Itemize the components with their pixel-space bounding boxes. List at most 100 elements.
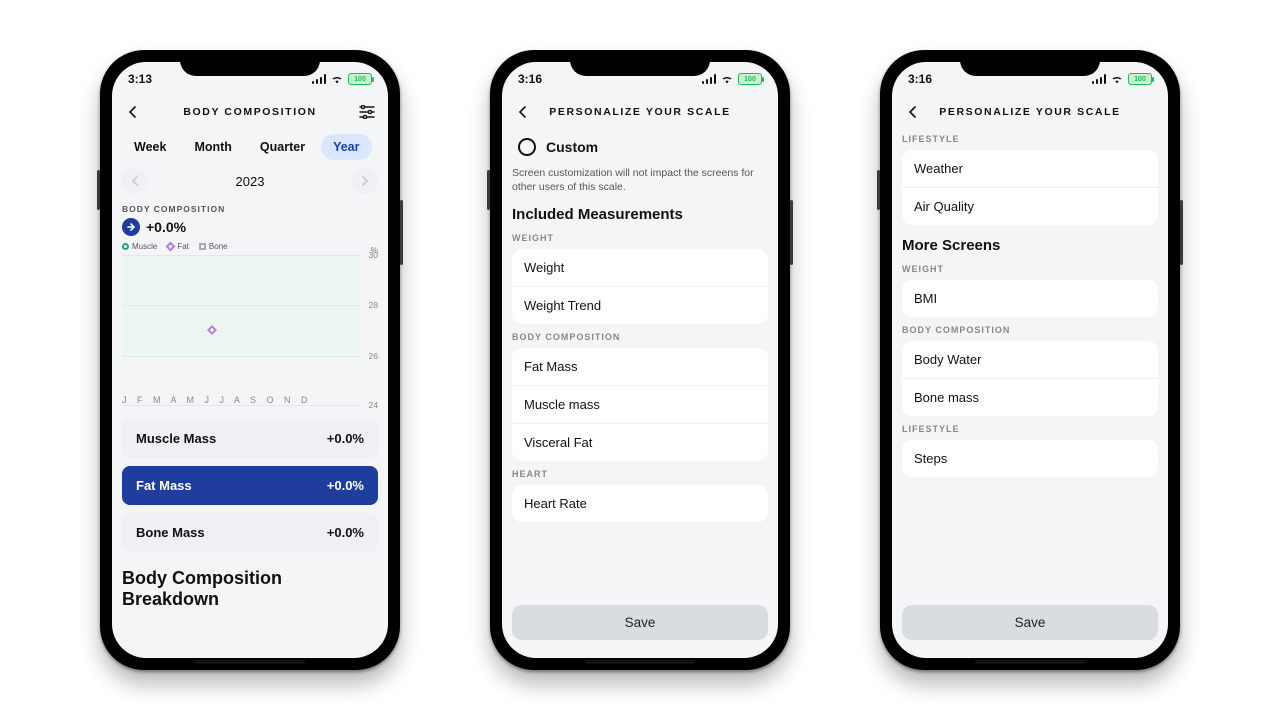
ytick: 26 xyxy=(369,351,378,361)
group-label-heart: HEART xyxy=(512,469,768,479)
chart-legend: Muscle Fat Bone xyxy=(122,242,378,251)
row-visceral-fat[interactable]: Visceral Fat xyxy=(512,423,768,461)
group-label-weight: WEIGHT xyxy=(902,264,1158,274)
kpi-section-label: BODY COMPOSITION xyxy=(122,204,378,214)
tab-month[interactable]: Month xyxy=(182,134,243,160)
row-steps[interactable]: Steps xyxy=(902,440,1158,477)
card-muscle-mass[interactable]: Muscle Mass +0.0% xyxy=(122,419,378,458)
signal-icon xyxy=(1092,74,1106,84)
battery-icon: 100 xyxy=(1128,73,1152,85)
home-indicator[interactable] xyxy=(195,660,305,664)
battery-icon: 100 xyxy=(348,73,372,85)
status-right: 100 xyxy=(1092,73,1152,85)
row-fat-mass[interactable]: Fat Mass xyxy=(512,348,768,385)
year-stepper: 2023 xyxy=(122,168,378,194)
row-weight-trend[interactable]: Weight Trend xyxy=(512,286,768,324)
wifi-icon xyxy=(330,74,344,84)
row-heart-rate[interactable]: Heart Rate xyxy=(512,485,768,522)
hint-text: Screen customization will not impact the… xyxy=(512,166,768,194)
breakdown-heading-l2: Breakdown xyxy=(122,589,378,610)
signal-icon xyxy=(312,74,326,84)
screen-personalize-2: 3:16 100 PERSONALIZE YOUR SCALE LIFESTYL… xyxy=(892,62,1168,658)
included-heading: Included Measurements xyxy=(512,206,768,223)
range-tabs: Week Month Quarter Year xyxy=(122,134,378,160)
page-title: PERSONALIZE YOUR SCALE xyxy=(502,106,778,118)
group-label-body: BODY COMPOSITION xyxy=(512,332,768,342)
group-label-body: BODY COMPOSITION xyxy=(902,325,1158,335)
notch xyxy=(960,50,1100,76)
ytick: 28 xyxy=(369,300,378,310)
list-body: Fat Mass Muscle mass Visceral Fat xyxy=(512,348,768,461)
list-weight-more: BMI xyxy=(902,280,1158,317)
list-weight: Weight Weight Trend xyxy=(512,249,768,324)
row-bone-mass[interactable]: Bone mass xyxy=(902,378,1158,416)
group-label-lifestyle: LIFESTYLE xyxy=(902,134,1158,144)
row-weight[interactable]: Weight xyxy=(512,249,768,286)
list-heart: Heart Rate xyxy=(512,485,768,522)
battery-icon: 100 xyxy=(738,73,762,85)
chart-xaxis: J F M A M J J A S O N D xyxy=(122,395,360,405)
home-indicator[interactable] xyxy=(975,660,1085,664)
arrow-right-icon xyxy=(122,218,140,236)
page-title: PERSONALIZE YOUR SCALE xyxy=(892,106,1168,118)
status-time: 3:13 xyxy=(128,72,152,86)
tab-week[interactable]: Week xyxy=(122,134,178,160)
year-next-button[interactable] xyxy=(352,168,378,194)
phone-1: 3:13 100 BODY COMPOSITION Week Month Qua… xyxy=(100,50,400,670)
year-prev-button[interactable] xyxy=(122,168,148,194)
save-button[interactable]: Save xyxy=(512,605,768,640)
card-fat-mass[interactable]: Fat Mass +0.0% xyxy=(122,466,378,505)
legend-fat: Fat xyxy=(167,242,189,251)
content: Week Month Quarter Year 2023 BODY COMPOS… xyxy=(112,132,388,658)
list-body-more: Body Water Bone mass xyxy=(902,341,1158,416)
list-lifestyle: Weather Air Quality xyxy=(902,150,1158,225)
screen-body-composition: 3:13 100 BODY COMPOSITION Week Month Qua… xyxy=(112,62,388,658)
tab-quarter[interactable]: Quarter xyxy=(248,134,317,160)
status-time: 3:16 xyxy=(518,72,542,86)
radio-icon xyxy=(518,138,536,156)
notch xyxy=(570,50,710,76)
phone-2: 3:16 100 PERSONALIZE YOUR SCALE Custom S… xyxy=(490,50,790,670)
body-comp-chart: % 30 28 26 24 J F M A M J J A S O N D xyxy=(122,255,378,405)
row-muscle-mass[interactable]: Muscle mass xyxy=(512,385,768,423)
more-heading: More Screens xyxy=(902,237,1158,254)
row-bmi[interactable]: BMI xyxy=(902,280,1158,317)
status-right: 100 xyxy=(702,73,762,85)
radio-label: Custom xyxy=(546,139,598,155)
save-button[interactable]: Save xyxy=(902,605,1158,640)
radio-custom[interactable]: Custom xyxy=(512,132,768,166)
list-lifestyle-more: Steps xyxy=(902,440,1158,477)
wifi-icon xyxy=(720,74,734,84)
group-label-weight: WEIGHT xyxy=(512,233,768,243)
phone-3: 3:16 100 PERSONALIZE YOUR SCALE LIFESTYL… xyxy=(880,50,1180,670)
navbar: PERSONALIZE YOUR SCALE xyxy=(892,92,1168,132)
row-body-water[interactable]: Body Water xyxy=(902,341,1158,378)
tab-year[interactable]: Year xyxy=(321,134,371,160)
content: Custom Screen customization will not imp… xyxy=(502,132,778,658)
group-label-lifestyle2: LIFESTYLE xyxy=(902,424,1158,434)
notch xyxy=(180,50,320,76)
year-value: 2023 xyxy=(236,174,265,189)
status-time: 3:16 xyxy=(908,72,932,86)
legend-muscle: Muscle xyxy=(122,242,157,251)
signal-icon xyxy=(702,74,716,84)
wifi-icon xyxy=(1110,74,1124,84)
legend-bone: Bone xyxy=(199,242,228,251)
screen-personalize-1: 3:16 100 PERSONALIZE YOUR SCALE Custom S… xyxy=(502,62,778,658)
navbar: BODY COMPOSITION xyxy=(112,92,388,132)
kpi: +0.0% xyxy=(122,218,378,236)
card-bone-mass[interactable]: Bone Mass +0.0% xyxy=(122,513,378,552)
navbar: PERSONALIZE YOUR SCALE xyxy=(502,92,778,132)
home-indicator[interactable] xyxy=(585,660,695,664)
row-weather[interactable]: Weather xyxy=(902,150,1158,187)
breakdown-heading-l1: Body Composition xyxy=(122,568,378,589)
kpi-value: +0.0% xyxy=(146,219,186,235)
chart-grid xyxy=(122,255,360,405)
ytick: 24 xyxy=(369,400,378,410)
content: LIFESTYLE Weather Air Quality More Scree… xyxy=(892,132,1168,658)
ytick: 30 xyxy=(369,250,378,260)
status-right: 100 xyxy=(312,73,372,85)
row-air-quality[interactable]: Air Quality xyxy=(902,187,1158,225)
measure-cards: Muscle Mass +0.0% Fat Mass +0.0% Bone Ma… xyxy=(122,419,378,552)
page-title: BODY COMPOSITION xyxy=(112,106,388,118)
